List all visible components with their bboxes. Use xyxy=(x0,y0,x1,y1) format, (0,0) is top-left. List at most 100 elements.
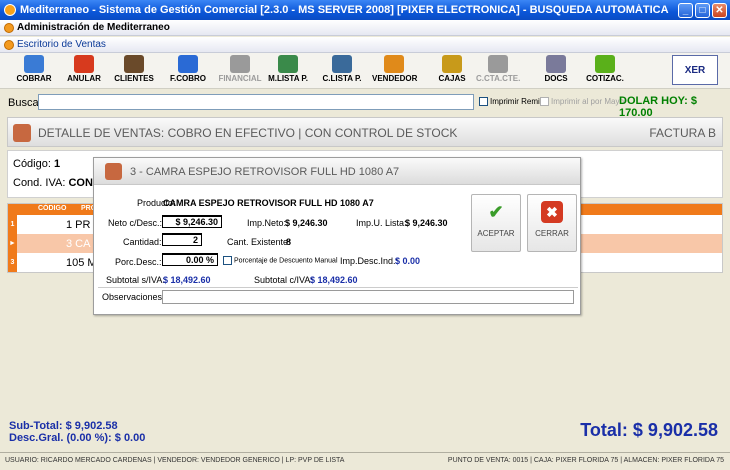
toolbar-button-financial[interactable]: FINANCIAL xyxy=(218,55,262,83)
dialog-title: 3 - CAMRA ESPEJO RETROVISOR FULL HD 1080… xyxy=(130,166,400,178)
checkbox-icon[interactable] xyxy=(223,256,232,265)
toolbar-icon xyxy=(124,55,144,73)
toolbar-icon xyxy=(595,55,615,73)
row-text: 3 CA xyxy=(66,238,91,250)
impdesc-label: Imp.Desc.Ind.: xyxy=(340,256,399,266)
porc-field[interactable]: 0.00 % xyxy=(162,253,218,266)
toolbar-button-clientes[interactable]: CLIENTES xyxy=(112,55,156,83)
neto-field[interactable]: $ 9,246.30 xyxy=(162,215,222,228)
toolbar-button-vendedor[interactable]: VENDEDOR xyxy=(372,55,418,83)
impneto-value: $ 9,246.30 xyxy=(285,218,328,228)
admin-strip[interactable]: Administración de Mediterraneo xyxy=(0,20,730,36)
close-icon: ✖ xyxy=(541,201,563,223)
toolbar-icon xyxy=(178,55,198,73)
row-number: 1 xyxy=(8,215,17,234)
circle-icon xyxy=(4,39,14,50)
toolbar-button-c-lista-p[interactable]: C.LISTA P. xyxy=(320,55,364,83)
status-right: PUNTO DE VENTA: 0015 | CAJA: PIXER FLORI… xyxy=(447,457,724,464)
toolbar-button-anular[interactable]: ANULAR xyxy=(62,55,106,83)
checkbox-icon[interactable] xyxy=(479,97,488,107)
obs-label: Observaciones: xyxy=(102,292,165,302)
subsin-value: $ 18,492.60 xyxy=(163,275,211,285)
sales-header: DETALLE DE VENTAS: COBRO EN EFECTIVO | C… xyxy=(7,117,723,147)
neto-label: Neto c/Desc.: xyxy=(108,218,163,228)
status-left: USUARIO: RICARDO MERCADO CARDENAS | VEND… xyxy=(5,457,345,464)
toolbar-icon xyxy=(546,55,566,73)
toolbar-label: CAJAS xyxy=(438,74,466,83)
toolbar-label: C.CTA.CTE. xyxy=(476,74,521,83)
toolbar-label: VENDEDOR xyxy=(372,74,418,83)
toolbar-label: DOCS xyxy=(544,74,568,83)
admin-label: Administración de Mediterraneo xyxy=(17,22,170,33)
product-dialog: 3 - CAMRA ESPEJO RETROVISOR FULL HD 1080… xyxy=(93,157,581,315)
codigo-label: Código: xyxy=(13,158,51,170)
minimize-button[interactable]: _ xyxy=(678,2,693,18)
impneto-label: Imp.Neto: xyxy=(247,218,287,228)
toolbar-icon xyxy=(384,55,404,73)
cantex-value: 8 xyxy=(286,237,292,247)
toolbar-button-cotizac[interactable]: COTIZAC. xyxy=(583,55,627,83)
network-icon xyxy=(13,124,31,142)
toolbar-button-cajas[interactable]: CAJAS xyxy=(430,55,474,83)
toolbar-icon xyxy=(74,55,94,73)
toolbar-label: F.COBRO xyxy=(170,74,206,83)
toolbar-icon xyxy=(278,55,298,73)
impdesc-value: $ 0.00 xyxy=(395,256,421,266)
close-dialog-button[interactable]: ✖ CERRAR xyxy=(527,194,577,252)
print-mayor-label: Imprimir al por Mayor xyxy=(551,97,627,106)
check-icon: ✔ xyxy=(488,202,504,222)
cantex-label: Cant. Existente: xyxy=(227,237,291,247)
toolbar-button-f-cobro[interactable]: F.COBRO xyxy=(166,55,210,83)
dialog-header: 3 - CAMRA ESPEJO RETROVISOR FULL HD 1080… xyxy=(94,158,580,185)
print-mayor-option[interactable]: Imprimir al por Mayor xyxy=(540,97,627,107)
porc-manual-label: Porcentaje de Descuento Manual xyxy=(234,257,338,265)
col-codigo: CÓDIGO xyxy=(38,205,67,212)
window-title: Mediterraneo - Sistema de Gestión Comerc… xyxy=(20,4,669,16)
toolbar-label: COTIZAC. xyxy=(586,74,624,83)
circle-icon xyxy=(4,22,14,33)
toolbar-button-docs[interactable]: DOCS xyxy=(534,55,578,83)
toolbar-label: CLIENTES xyxy=(114,74,154,83)
invoice-type: FACTURA B xyxy=(649,126,716,140)
xer-logo: XER xyxy=(672,55,718,85)
accept-label: ACEPTAR xyxy=(477,229,515,238)
maximize-button[interactable]: □ xyxy=(695,2,710,18)
accept-button[interactable]: ✔ ACEPTAR xyxy=(471,194,521,252)
toolbar-icon xyxy=(332,55,352,73)
porc-label: Porc.Desc.: xyxy=(115,257,162,267)
impu-value: $ 9,246.30 xyxy=(405,218,448,228)
print-remito-option[interactable]: Imprimir Remito xyxy=(479,97,546,107)
row-text: 1 PR xyxy=(66,219,91,231)
observaciones-input[interactable] xyxy=(162,290,574,304)
toolbar-label: FINANCIAL xyxy=(218,74,262,83)
subcon-label: Subtotal c/IVA: xyxy=(254,275,313,285)
totals-left: Sub-Total: $ 9,902.58 Desc.Gral. (0.00 %… xyxy=(9,420,145,444)
toolbar-icon xyxy=(24,55,44,73)
checkbox-icon[interactable] xyxy=(540,97,549,107)
cantidad-field[interactable]: 2 xyxy=(162,233,202,246)
search-row: Buscar: Imprimir Remito Imprimir al por … xyxy=(0,92,730,119)
cantidad-label: Cantidad: xyxy=(123,237,162,247)
desk-label: Escritorio de Ventas xyxy=(17,39,106,50)
sales-title: DETALLE DE VENTAS: COBRO EN EFECTIVO | C… xyxy=(38,126,458,140)
close-button[interactable]: ✕ xyxy=(712,2,727,18)
toolbar-icon xyxy=(230,55,250,73)
toolbar-button-m-lista-p[interactable]: M.LISTA P. xyxy=(266,55,310,83)
porc-manual-option[interactable]: Porcentaje de Descuento Manual xyxy=(223,256,338,265)
dolar-rate: DOLAR HOY: $ 170.00 xyxy=(619,95,698,119)
toolbar-label: COBRAR xyxy=(16,74,52,83)
codigo-value: 1 xyxy=(53,158,61,170)
status-bar: USUARIO: RICARDO MERCADO CARDENAS | VEND… xyxy=(0,452,730,470)
dialog-divider xyxy=(98,287,578,288)
grand-total: Total: $ 9,902.58 xyxy=(580,420,718,440)
toolbar-button-c-cta-cte[interactable]: C.CTA.CTE. xyxy=(476,55,520,83)
row-number: 3 xyxy=(8,253,17,272)
toolbar-label: M.LISTA P. xyxy=(268,74,308,83)
subtotal: Sub-Total: $ 9,902.58 xyxy=(9,420,118,432)
producto-value: CAMRA ESPEJO RETROVISOR FULL HD 1080 A7 xyxy=(163,198,374,208)
search-input[interactable] xyxy=(38,94,474,110)
toolbar-button-cobrar[interactable]: COBRAR xyxy=(12,55,56,83)
app-icon xyxy=(4,4,16,16)
subcon-value: $ 18,492.60 xyxy=(310,275,358,285)
desk-strip[interactable]: Escritorio de Ventas xyxy=(0,37,730,53)
